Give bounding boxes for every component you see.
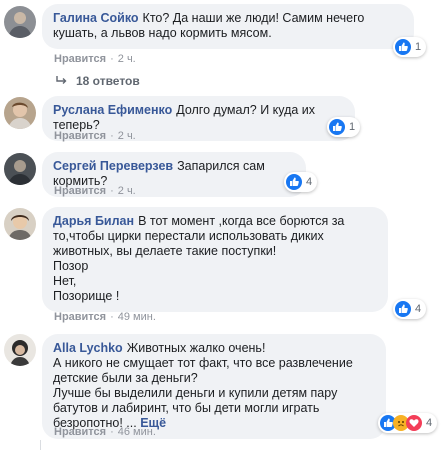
reaction-count: 4 bbox=[415, 303, 422, 315]
comment-actions: Нравится · 49 мин. bbox=[54, 311, 156, 323]
comment-time[interactable]: 2 ч. bbox=[118, 53, 136, 65]
comment-time[interactable]: 49 мин. bbox=[118, 311, 156, 323]
like-icon bbox=[395, 301, 411, 317]
comment-bubble: Дарья Билан В тот момент ,когда все борют… bbox=[42, 207, 388, 312]
avatar[interactable] bbox=[4, 6, 36, 38]
avatar[interactable] bbox=[4, 153, 36, 185]
comment-actions: Нравится · 2 ч. bbox=[54, 185, 136, 197]
reaction-summary[interactable]: 4 bbox=[393, 299, 427, 319]
like-button[interactable]: Нравится bbox=[54, 426, 106, 438]
reaction-summary[interactable]: 1 bbox=[393, 37, 427, 57]
comment-author[interactable]: Alla Lychko bbox=[53, 341, 123, 355]
reaction-summary[interactable]: 4 bbox=[284, 172, 318, 192]
like-icon bbox=[329, 119, 345, 135]
reaction-count: 4 bbox=[306, 176, 313, 188]
avatar[interactable] bbox=[4, 208, 36, 240]
comment-bubble: Alla Lychko Животных жалко очень! А никог… bbox=[42, 334, 386, 439]
like-icon bbox=[395, 39, 411, 55]
like-button[interactable]: Нравится bbox=[54, 130, 106, 142]
avatar[interactable] bbox=[4, 97, 36, 129]
reaction-summary[interactable]: 1 bbox=[327, 117, 361, 137]
comment-author[interactable]: Сергей Переверзев bbox=[53, 159, 173, 173]
like-icon bbox=[286, 174, 302, 190]
reaction-count: 1 bbox=[415, 41, 422, 53]
replies-count-label[interactable]: 18 ответов bbox=[76, 74, 140, 88]
comment-author[interactable]: Руслана Ефименко bbox=[53, 103, 172, 117]
comment-author[interactable]: Галина Сойко bbox=[53, 11, 139, 25]
comment-actions: Нравится · 46 мин. bbox=[54, 426, 156, 438]
comment-actions: Нравится · 2 ч. bbox=[54, 53, 136, 65]
comment-actions: Нравится · 2 ч. bbox=[54, 130, 136, 142]
view-replies-link[interactable]: 18 ответов bbox=[56, 74, 140, 88]
like-button[interactable]: Нравится bbox=[54, 185, 106, 197]
like-button[interactable]: Нравится bbox=[54, 53, 106, 65]
love-icon bbox=[406, 415, 422, 431]
comment-author[interactable]: Дарья Билан bbox=[53, 214, 134, 228]
comment-bubble: Галина Сойко Кто? Да наши же люди! Самим … bbox=[42, 4, 414, 49]
comment-time[interactable]: 2 ч. bbox=[118, 185, 136, 197]
comment-time[interactable]: 46 мин. bbox=[118, 426, 156, 438]
reaction-count: 4 bbox=[426, 417, 433, 429]
like-button[interactable]: Нравится bbox=[54, 311, 106, 323]
comment-time[interactable]: 2 ч. bbox=[118, 130, 136, 142]
reply-thread-line bbox=[40, 440, 41, 450]
avatar[interactable] bbox=[4, 334, 36, 366]
reaction-summary[interactable]: 4 bbox=[378, 413, 438, 433]
reaction-count: 1 bbox=[349, 121, 356, 133]
reply-arrow-icon bbox=[56, 76, 67, 84]
